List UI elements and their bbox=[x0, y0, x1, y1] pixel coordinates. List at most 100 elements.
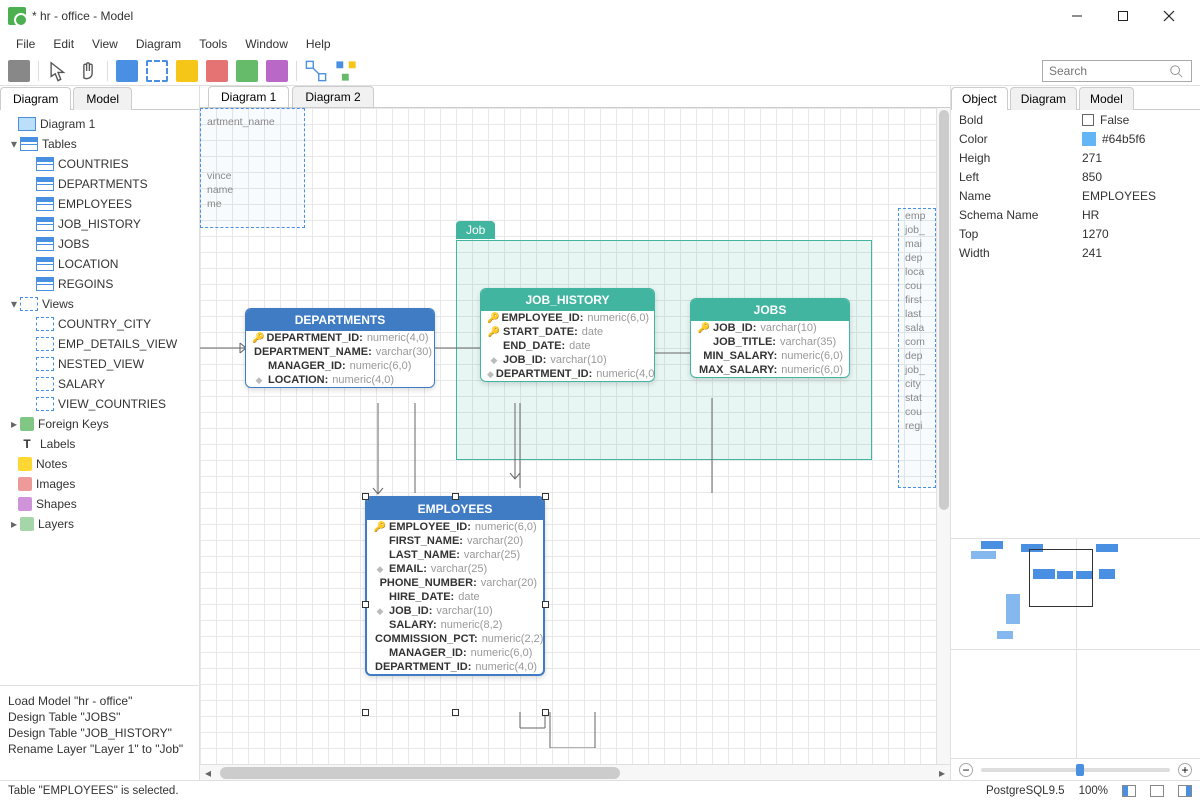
horizontal-scrollbar[interactable]: ◂ ▸ bbox=[200, 764, 950, 780]
selection-handle[interactable] bbox=[542, 709, 549, 716]
property-row[interactable]: Heigh271 bbox=[951, 148, 1200, 167]
selection-handle[interactable] bbox=[362, 709, 369, 716]
tree-labels[interactable]: TLabels bbox=[0, 434, 199, 454]
menu-view[interactable]: View bbox=[84, 35, 126, 53]
search-box[interactable] bbox=[1042, 60, 1192, 82]
column-row[interactable]: SALARY: numeric(8,2) bbox=[367, 618, 543, 632]
tab-diagram1[interactable]: Diagram 1 bbox=[208, 86, 289, 107]
entity-employees[interactable]: EMPLOYEES 🔑EMPLOYEE_ID: numeric(6,0)FIRS… bbox=[365, 496, 545, 676]
scroll-left-icon[interactable]: ◂ bbox=[200, 765, 216, 780]
layout-toggle-2[interactable] bbox=[1150, 785, 1164, 797]
tree-table-item[interactable]: EMPLOYEES bbox=[0, 194, 199, 214]
close-button[interactable] bbox=[1146, 0, 1192, 32]
column-row[interactable]: MANAGER_ID: numeric(6,0) bbox=[367, 646, 543, 660]
column-row[interactable]: 🔑EMPLOYEE_ID: numeric(6,0) bbox=[367, 520, 543, 534]
property-row[interactable]: Top1270 bbox=[951, 224, 1200, 243]
column-row[interactable]: 🔑EMPLOYEE_ID: numeric(6,0) bbox=[481, 311, 654, 325]
column-row[interactable]: FIRST_NAME: varchar(20) bbox=[367, 534, 543, 548]
tree-view-item[interactable]: EMP_DETAILS_VIEW bbox=[0, 334, 199, 354]
column-row[interactable]: ◆DEPARTMENT_ID: numeric(4,0) bbox=[481, 367, 654, 381]
column-row[interactable]: MANAGER_ID: numeric(6,0) bbox=[246, 359, 434, 373]
property-row[interactable]: BoldFalse bbox=[951, 110, 1200, 129]
property-row[interactable]: NameEMPLOYEES bbox=[951, 186, 1200, 205]
menu-file[interactable]: File bbox=[8, 35, 43, 53]
column-row[interactable]: ◆EMAIL: varchar(25) bbox=[367, 562, 543, 576]
property-value[interactable]: EMPLOYEES bbox=[1082, 189, 1192, 203]
column-row[interactable]: MAX_SALARY: numeric(6,0) bbox=[691, 363, 849, 377]
selection-handle[interactable] bbox=[542, 493, 549, 500]
tree-tables[interactable]: ▾Tables bbox=[0, 134, 199, 154]
tab-object[interactable]: Object bbox=[951, 87, 1008, 110]
menu-diagram[interactable]: Diagram bbox=[128, 35, 189, 53]
checkbox[interactable] bbox=[1082, 114, 1094, 126]
table-icon[interactable] bbox=[116, 60, 138, 82]
ghost-entity[interactable]: artment_name vince name me bbox=[200, 108, 305, 228]
zoom-in-button[interactable]: + bbox=[1178, 763, 1192, 777]
tree-table-item[interactable]: JOBS bbox=[0, 234, 199, 254]
overview-map[interactable] bbox=[951, 538, 1200, 758]
property-value[interactable]: #64b5f6 bbox=[1082, 132, 1192, 146]
property-row[interactable]: Left850 bbox=[951, 167, 1200, 186]
selection-handle[interactable] bbox=[452, 493, 459, 500]
hand-icon[interactable] bbox=[77, 60, 99, 82]
scroll-right-icon[interactable]: ▸ bbox=[934, 765, 950, 780]
column-row[interactable]: HIRE_DATE: date bbox=[367, 590, 543, 604]
image-icon[interactable] bbox=[206, 60, 228, 82]
note-icon[interactable] bbox=[176, 60, 198, 82]
tree-table-item[interactable]: REGOINS bbox=[0, 274, 199, 294]
auto-layout-icon[interactable] bbox=[335, 60, 357, 82]
tab-diagram-props[interactable]: Diagram bbox=[1010, 87, 1077, 110]
tab-diagram2[interactable]: Diagram 2 bbox=[292, 86, 373, 107]
property-value[interactable]: False bbox=[1082, 113, 1192, 127]
column-row[interactable]: ◆JOB_ID: varchar(10) bbox=[367, 604, 543, 618]
history-item[interactable]: Rename Layer "Layer 1" to "Job" bbox=[8, 742, 191, 756]
save-icon[interactable] bbox=[8, 60, 30, 82]
tree-view-item[interactable]: COUNTRY_CITY bbox=[0, 314, 199, 334]
column-row[interactable]: ◆JOB_ID: varchar(10) bbox=[481, 353, 654, 367]
pointer-icon[interactable] bbox=[47, 60, 69, 82]
shape-icon[interactable] bbox=[236, 60, 258, 82]
view-icon[interactable] bbox=[146, 60, 168, 82]
property-value[interactable]: 850 bbox=[1082, 170, 1192, 184]
property-value[interactable]: 1270 bbox=[1082, 227, 1192, 241]
property-value[interactable]: HR bbox=[1082, 208, 1192, 222]
column-row[interactable]: ◆LOCATION: numeric(4,0) bbox=[246, 373, 434, 387]
ghost-entity-right[interactable]: empjob_maideplocacoufirstlastsalacomdepj… bbox=[898, 208, 936, 488]
column-row[interactable]: COMMISSION_PCT: numeric(2,2) bbox=[367, 632, 543, 646]
property-value[interactable]: 241 bbox=[1082, 246, 1192, 260]
property-value[interactable]: 271 bbox=[1082, 151, 1192, 165]
column-row[interactable]: 🔑DEPARTMENT_ID: numeric(4,0) bbox=[246, 331, 434, 345]
entity-departments[interactable]: DEPARTMENTS 🔑DEPARTMENT_ID: numeric(4,0)… bbox=[245, 308, 435, 388]
zoom-out-button[interactable]: − bbox=[959, 763, 973, 777]
selection-handle[interactable] bbox=[362, 493, 369, 500]
zoom-slider[interactable] bbox=[981, 768, 1170, 772]
canvas[interactable]: artment_name vince name me Job bbox=[200, 108, 936, 764]
tree-view-item[interactable]: NESTED_VIEW bbox=[0, 354, 199, 374]
tree-table-item[interactable]: JOB_HISTORY bbox=[0, 214, 199, 234]
search-input[interactable] bbox=[1049, 64, 1169, 78]
selection-handle[interactable] bbox=[362, 601, 369, 608]
tree-view-item[interactable]: SALARY bbox=[0, 374, 199, 394]
column-row[interactable]: MIN_SALARY: numeric(6,0) bbox=[691, 349, 849, 363]
column-row[interactable]: 🔑START_DATE: date bbox=[481, 325, 654, 339]
column-row[interactable]: DEPARTMENT_ID: numeric(4,0) bbox=[367, 660, 543, 674]
menu-window[interactable]: Window bbox=[237, 35, 296, 53]
property-row[interactable]: Color#64b5f6 bbox=[951, 129, 1200, 148]
maximize-button[interactable] bbox=[1100, 0, 1146, 32]
object-tree[interactable]: Diagram 1 ▾Tables COUNTRIES DEPARTMENTS … bbox=[0, 110, 199, 685]
color-swatch[interactable] bbox=[1082, 132, 1096, 146]
layer-icon[interactable] bbox=[266, 60, 288, 82]
tab-model[interactable]: Model bbox=[73, 87, 132, 110]
tree-images[interactable]: Images bbox=[0, 474, 199, 494]
tree-views[interactable]: ▾Views bbox=[0, 294, 199, 314]
menu-edit[interactable]: Edit bbox=[45, 35, 82, 53]
menu-tools[interactable]: Tools bbox=[191, 35, 235, 53]
history-item[interactable]: Load Model "hr - office" bbox=[8, 694, 191, 708]
tree-view-item[interactable]: VIEW_COUNTRIES bbox=[0, 394, 199, 414]
tree-shapes[interactable]: Shapes bbox=[0, 494, 199, 514]
vertical-scrollbar[interactable] bbox=[936, 108, 950, 764]
property-row[interactable]: Schema NameHR bbox=[951, 205, 1200, 224]
column-row[interactable]: LAST_NAME: varchar(25) bbox=[367, 548, 543, 562]
layout-toggle-1[interactable] bbox=[1122, 785, 1136, 797]
column-row[interactable]: END_DATE: date bbox=[481, 339, 654, 353]
